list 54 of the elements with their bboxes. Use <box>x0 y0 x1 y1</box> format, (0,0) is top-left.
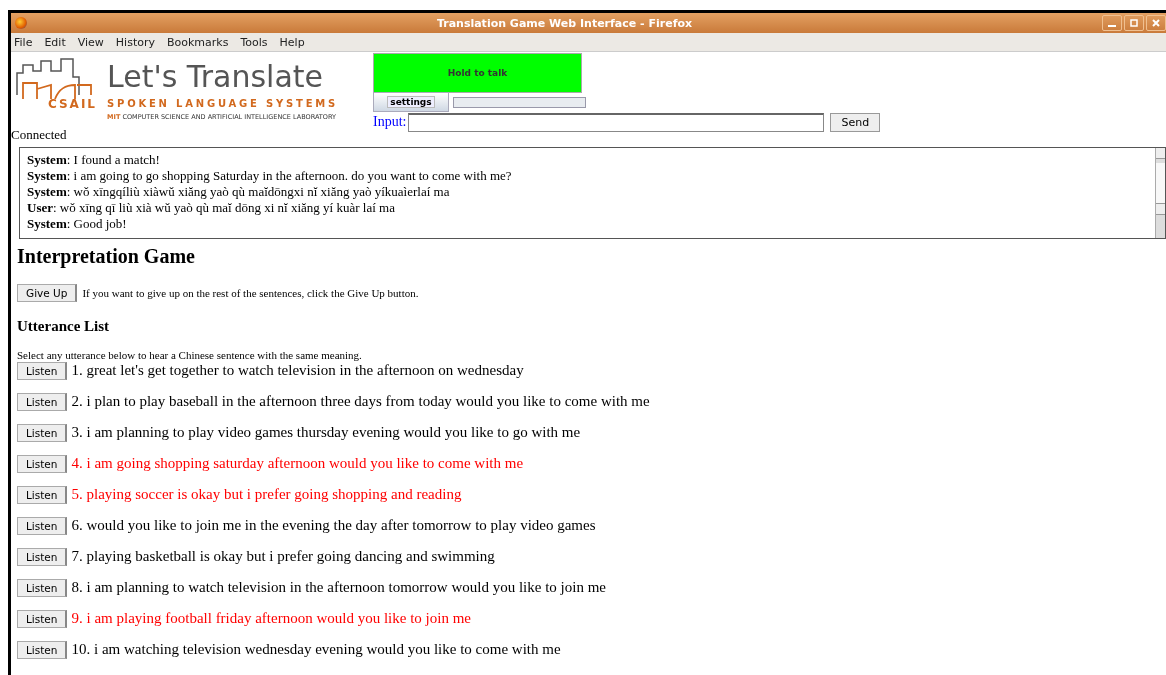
section-heading: Utterance List <box>17 318 111 335</box>
menu-item[interactable]: Bookmarks <box>167 35 229 49</box>
menu-item[interactable]: View <box>77 35 104 49</box>
give-up-button[interactable]: Give Up <box>17 284 78 302</box>
listen-button[interactable]: Listen <box>17 392 68 411</box>
logo-subtitle: SPOKEN LANGUAGE SYSTEMS <box>107 98 339 109</box>
listen-button[interactable]: Listen <box>17 485 68 504</box>
chat-message: System: I found a match! <box>27 152 161 168</box>
page-heading: Interpretation Game <box>17 245 196 268</box>
menu-item[interactable]: File <box>14 35 33 49</box>
listen-button[interactable]: Listen <box>17 547 68 566</box>
close-icon <box>1151 18 1161 28</box>
chat-message: System: i am going to go shopping Saturday in the afternoon. do you want to come with me? <box>27 168 513 184</box>
listen-button[interactable]: Listen <box>17 516 68 535</box>
connection-status: Connected <box>11 127 68 143</box>
listen-button[interactable]: Listen <box>17 640 68 659</box>
listen-button[interactable]: Listen <box>17 609 68 628</box>
close-button[interactable] <box>1146 15 1166 31</box>
instruction-text: Select any utterance below to hear a Chinese sentence with the same meaning. <box>17 349 363 361</box>
give-up-hint: If you want to give up on the rest of the sentences, click the Give Up button. <box>82 287 419 299</box>
utterance-text: 6. would you like to join me in the evening the day after tomorrow to play video games <box>71 517 596 534</box>
menu-item[interactable]: Edit <box>44 35 66 49</box>
utterance-text: 9. i am playing football friday afternoon would you like to join me <box>71 610 471 627</box>
maximize-icon <box>1129 18 1139 28</box>
utterance-text: 10. i am watching television wednesday evening would you like to come with me <box>71 641 561 658</box>
utterance-text: 7. playing basketball is okay but i prefer going dancing and swimming <box>71 548 495 565</box>
utterance-text: 1. great let's get together to watch television in the afternoon on wednesday <box>71 362 524 379</box>
menu-item[interactable]: Tools <box>240 35 268 49</box>
utterance-text: 8. i am planning to watch television in the afternoon tomorrow would you like to join me <box>71 579 606 596</box>
utterance-text: 2. i plan to play baseball in the afternoon three days from today would you like to come with me <box>71 393 650 410</box>
listen-button[interactable]: Listen <box>17 454 68 473</box>
logo-title: Let's Translate <box>107 60 325 94</box>
minimize-button[interactable] <box>1102 15 1122 31</box>
input-label: Input: <box>373 114 407 130</box>
input-field[interactable] <box>408 112 825 132</box>
minimize-icon <box>1108 25 1116 27</box>
utterance-text: 3. i am planning to play video games thursday evening would you like to go with me <box>71 424 581 441</box>
menu-item[interactable]: Help <box>279 35 305 49</box>
chat-message: System: Good job! <box>27 216 128 232</box>
browser-icon <box>15 17 27 29</box>
maximize-button[interactable] <box>1124 15 1144 31</box>
send-button[interactable]: Send <box>830 112 881 132</box>
window-title: Translation Game Web Interface - Firefox <box>435 16 694 30</box>
hold-to-talk-button[interactable]: Hold to talk <box>373 53 582 93</box>
chat-message: User: wǒ xīng qī liù xià wǔ yaò qù maĭ dōng xi nĭ xiăng yí kuàr laí ma <box>27 200 396 216</box>
utterance-text: 5. playing soccer is okay but i prefer going shopping and reading <box>71 486 462 503</box>
utterance-text: 4. i am going shopping saturday afternoon would you like to come with me <box>71 455 524 472</box>
listen-button[interactable]: Listen <box>17 423 68 442</box>
listen-button[interactable]: Listen <box>17 578 68 597</box>
chat-message: System: wǒ xīngqíliù xiàwǔ xiăng yaò qù maĭdōngxi nĭ xiăng yaò yíkuaìerlaí ma <box>27 184 451 200</box>
settings-button[interactable]: settings <box>387 96 435 108</box>
logo-mark: CSAIL <box>47 97 97 111</box>
menu-item[interactable]: History <box>115 35 155 49</box>
listen-button[interactable]: Listen <box>17 361 68 380</box>
